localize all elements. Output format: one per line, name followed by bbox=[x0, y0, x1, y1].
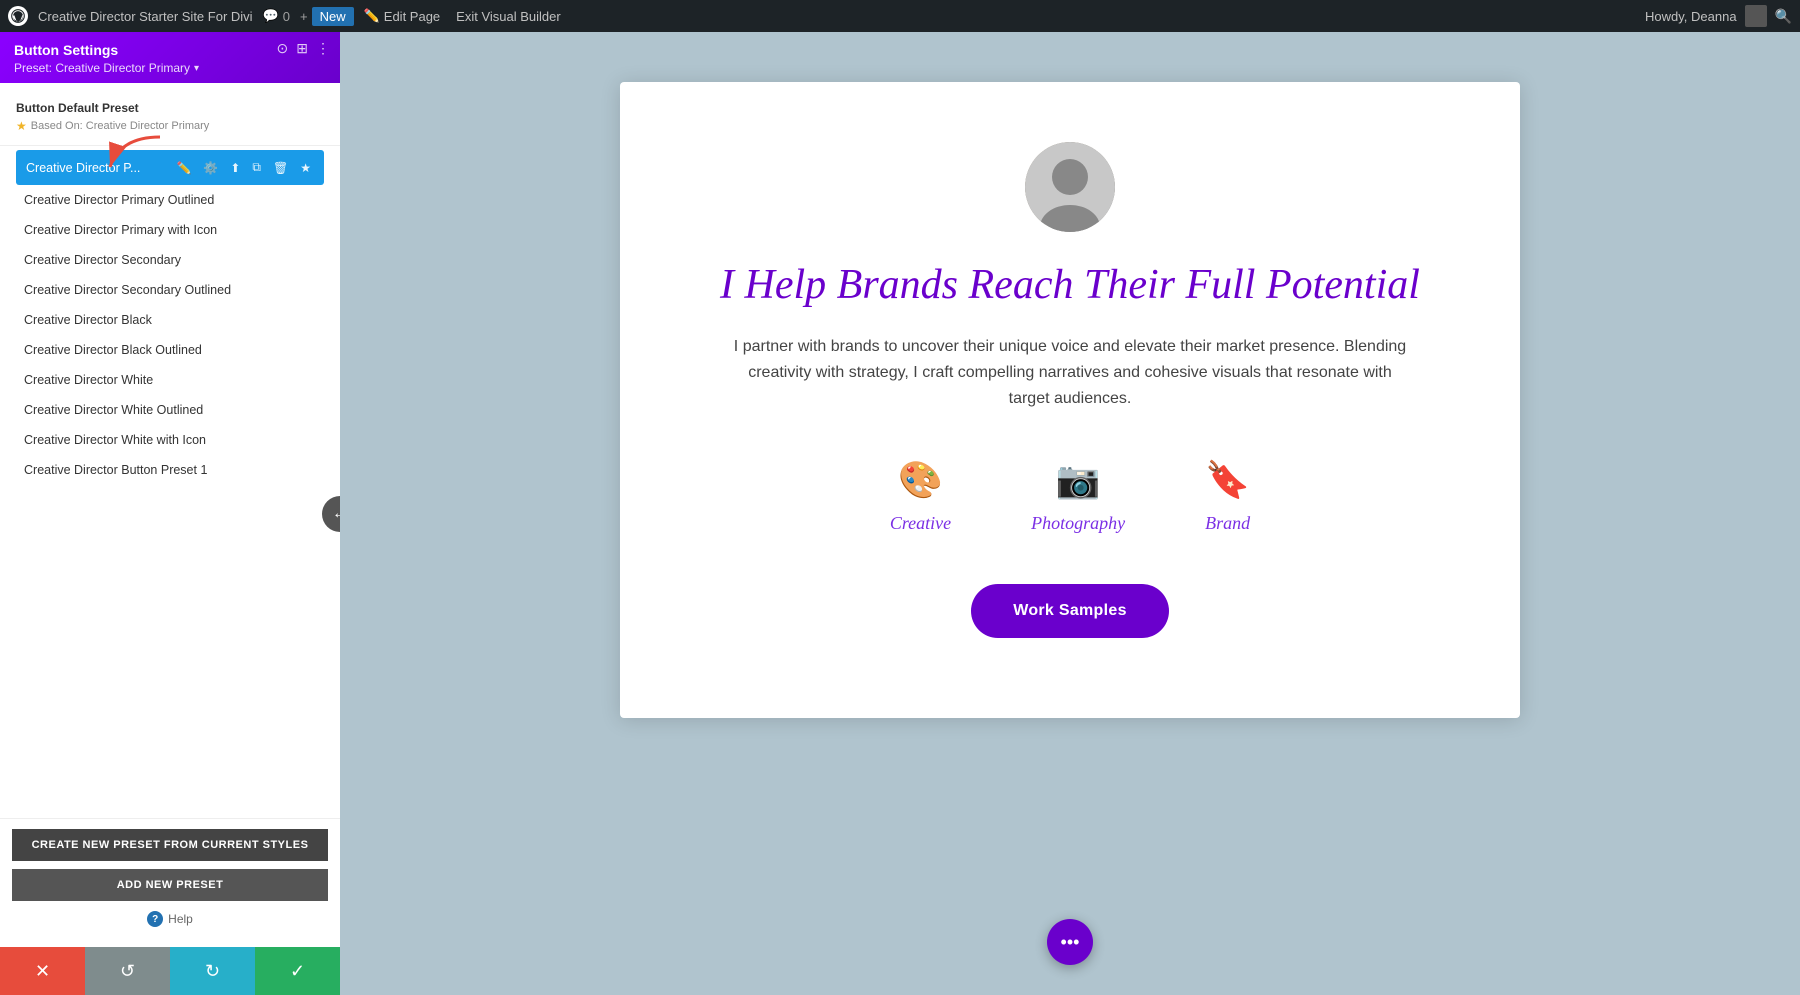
canvas-area: I Help Brands Reach Their Full Potential… bbox=[340, 32, 1800, 995]
comment-bubble[interactable]: 💬 0 bbox=[263, 8, 290, 24]
star-preset-icon[interactable]: ★ bbox=[297, 159, 314, 177]
edit-preset-icon[interactable]: ✏️ bbox=[173, 159, 194, 177]
preset-item-cdb[interactable]: Creative Director Black bbox=[8, 305, 332, 335]
preset-label-cdwo: Creative Director White Outlined bbox=[24, 403, 316, 417]
top-bar-right: Howdy, Deanna 🔍 bbox=[1645, 5, 1792, 27]
preset-label-cdpi: Creative Director Primary with Icon bbox=[24, 223, 316, 237]
default-preset-based: ★ Based On: Creative Director Primary bbox=[16, 119, 324, 133]
service-label-creative: Creative bbox=[890, 513, 951, 534]
preset-label-cdso: Creative Director Secondary Outlined bbox=[24, 283, 316, 297]
preset-item-cdpi[interactable]: Creative Director Primary with Icon bbox=[8, 215, 332, 245]
help-section[interactable]: ? Help bbox=[12, 901, 328, 931]
pencil-icon: ✏️ bbox=[364, 8, 380, 24]
edit-page-link[interactable]: ✏️ Edit Page bbox=[358, 8, 447, 24]
preset-item-cdwo[interactable]: Creative Director White Outlined bbox=[8, 395, 332, 425]
service-label-brand: Brand bbox=[1205, 513, 1250, 534]
user-avatar[interactable] bbox=[1745, 5, 1767, 27]
preset-item-cdw[interactable]: Creative Director White bbox=[8, 365, 332, 395]
photography-icon: 📷 bbox=[1056, 459, 1101, 501]
hero-title: I Help Brands Reach Their Full Potential bbox=[720, 260, 1420, 310]
default-preset-label: Button Default Preset bbox=[16, 101, 324, 115]
top-bar-left: Creative Director Starter Site For Divi … bbox=[8, 6, 1633, 26]
comment-icon: 💬 bbox=[263, 8, 279, 24]
preset-section: Creative Director P... ✏️ ⚙️ ⬆ ⧉ 🗑 ★ Cre… bbox=[0, 146, 340, 489]
panel-preset-subtitle[interactable]: Preset: Creative Director Primary bbox=[14, 61, 326, 75]
bottom-bar: ✕ ↺ ↻ ✓ bbox=[0, 947, 340, 995]
comment-count: 0 bbox=[283, 9, 290, 24]
help-circle-icon: ? bbox=[147, 911, 163, 927]
active-preset-item[interactable]: Creative Director P... ✏️ ⚙️ ⬆ ⧉ 🗑 ★ bbox=[16, 150, 324, 185]
page-card: I Help Brands Reach Their Full Potential… bbox=[620, 82, 1520, 718]
service-item-brand: 🔖 Brand bbox=[1205, 459, 1250, 534]
howdy-label: Howdy, Deanna bbox=[1645, 9, 1737, 24]
new-nav-btn[interactable]: New bbox=[312, 7, 354, 26]
hero-description: I partner with brands to uncover their u… bbox=[730, 334, 1410, 411]
redo-button[interactable]: ↻ bbox=[170, 947, 255, 995]
sidebar-panel: Button Settings Preset: Creative Directo… bbox=[0, 32, 340, 995]
grid-header-icon[interactable]: ⊞ bbox=[296, 40, 308, 57]
cancel-button[interactable]: ✕ bbox=[0, 947, 85, 995]
settings-preset-icon[interactable]: ⚙️ bbox=[200, 159, 221, 177]
wp-logo-icon[interactable] bbox=[8, 6, 28, 26]
service-label-photography: Photography bbox=[1031, 513, 1125, 534]
more-header-icon[interactable]: ⋮ bbox=[316, 40, 330, 57]
preset-label-cdb: Creative Director Black bbox=[24, 313, 316, 327]
panel-header-icons: ⊙ ⊞ ⋮ bbox=[277, 40, 330, 57]
save-button[interactable]: ✓ bbox=[255, 947, 340, 995]
plus-icon: + bbox=[300, 9, 308, 24]
service-item-creative: 🎨 Creative bbox=[890, 459, 951, 534]
fab-three-dots-button[interactable]: ••• bbox=[1047, 919, 1093, 965]
brand-icon: 🔖 bbox=[1205, 459, 1250, 501]
avatar-image bbox=[1025, 142, 1115, 232]
create-preset-button[interactable]: CREATE NEW PRESET FROM CURRENT STYLES bbox=[12, 829, 328, 861]
help-label: Help bbox=[168, 912, 193, 926]
preset-item-cdwi[interactable]: Creative Director White with Icon bbox=[8, 425, 332, 455]
preset-label-cdp: Creative Director Primary Outlined bbox=[24, 193, 316, 207]
undo-button[interactable]: ↺ bbox=[85, 947, 170, 995]
panel-header: Button Settings Preset: Creative Directo… bbox=[0, 32, 340, 83]
preset-label-cdbo: Creative Director Black Outlined bbox=[24, 343, 316, 357]
preset-list-container: Button Default Preset ★ Based On: Creati… bbox=[0, 83, 340, 818]
delete-preset-icon[interactable]: 🗑 bbox=[270, 159, 291, 177]
preset-label-cdwi: Creative Director White with Icon bbox=[24, 433, 316, 447]
preset-item-cds[interactable]: Creative Director Secondary bbox=[8, 245, 332, 275]
top-bar: Creative Director Starter Site For Divi … bbox=[0, 0, 1800, 32]
main-area: Button Settings Preset: Creative Directo… bbox=[0, 32, 1800, 995]
search-header-icon[interactable]: ⊙ bbox=[277, 40, 289, 57]
panel-footer: CREATE NEW PRESET FROM CURRENT STYLES AD… bbox=[0, 818, 340, 947]
cta-button[interactable]: Work Samples bbox=[971, 584, 1169, 638]
copy-preset-icon[interactable]: ⧉ bbox=[249, 158, 264, 177]
search-icon[interactable]: 🔍 bbox=[1775, 8, 1792, 25]
service-item-photography: 📷 Photography bbox=[1031, 459, 1125, 534]
preset-label-cds: Creative Director Secondary bbox=[24, 253, 316, 267]
preset-item-cdso[interactable]: Creative Director Secondary Outlined bbox=[8, 275, 332, 305]
top-bar-nav: + New ✏️ Edit Page Exit Visual Builder bbox=[300, 7, 567, 26]
site-name: Creative Director Starter Site For Divi bbox=[38, 9, 253, 24]
preset-item-cdp[interactable]: Creative Director Primary Outlined bbox=[8, 185, 332, 215]
exit-builder-link[interactable]: Exit Visual Builder bbox=[450, 9, 567, 24]
add-preset-button[interactable]: ADD NEW PRESET bbox=[12, 869, 328, 901]
preset-label-cdbp: Creative Director Button Preset 1 bbox=[24, 463, 316, 477]
star-icon: ★ bbox=[16, 119, 27, 133]
active-preset-actions: ✏️ ⚙️ ⬆ ⧉ 🗑 ★ bbox=[173, 158, 314, 177]
preset-item-cdbo[interactable]: Creative Director Black Outlined bbox=[8, 335, 332, 365]
preset-item-cdbp[interactable]: Creative Director Button Preset 1 bbox=[8, 455, 332, 485]
duplicate-preset-icon[interactable]: ⬆ bbox=[227, 159, 243, 177]
default-preset-section: Button Default Preset ★ Based On: Creati… bbox=[0, 93, 340, 146]
active-preset-label: Creative Director P... bbox=[26, 161, 173, 175]
preset-label-cdw: Creative Director White bbox=[24, 373, 316, 387]
avatar bbox=[1025, 142, 1115, 232]
creative-icon: 🎨 bbox=[898, 459, 943, 501]
services-row: 🎨 Creative 📷 Photography 🔖 Brand bbox=[890, 459, 1250, 534]
